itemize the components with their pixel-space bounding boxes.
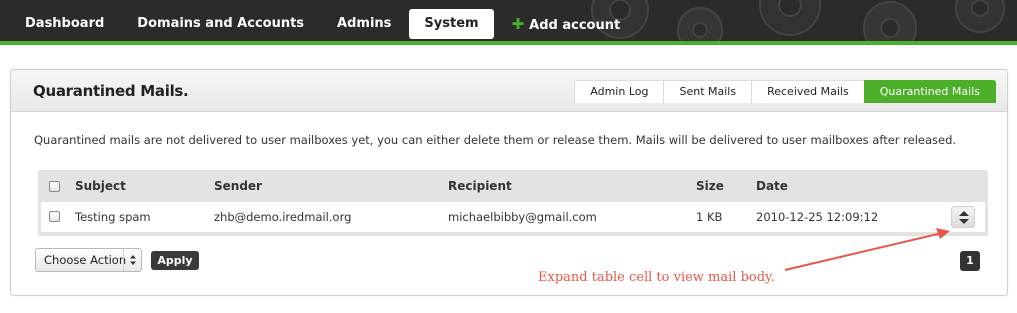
- nav-add-account[interactable]: ✚ Add account: [497, 9, 636, 39]
- row-size: 1 KB: [696, 210, 723, 224]
- nav-dashboard[interactable]: Dashboard: [10, 9, 119, 39]
- top-navigation-bar: Dashboard Domains and Accounts Admins Sy…: [0, 0, 1017, 45]
- expand-collapse-icon: [959, 211, 969, 224]
- pagination-page-button[interactable]: 1: [960, 251, 980, 271]
- table-row: Testing spam zhb@demo.iredmail.org micha…: [41, 202, 985, 232]
- row-date: 2010-12-25 12:09:12: [756, 210, 879, 224]
- log-tabs: Admin Log Sent Mails Received Mails Quar…: [574, 80, 996, 103]
- tab-sent-mails[interactable]: Sent Mails: [663, 80, 753, 103]
- header-subject[interactable]: Subject: [75, 179, 126, 193]
- nav-domains-and-accounts[interactable]: Domains and Accounts: [122, 9, 319, 39]
- header-recipient[interactable]: Recipient: [448, 179, 512, 193]
- header-sender[interactable]: Sender: [214, 179, 262, 193]
- select-all-checkbox[interactable]: [49, 181, 60, 192]
- nav-admins[interactable]: Admins: [322, 9, 406, 39]
- expand-row-button[interactable]: [951, 206, 975, 228]
- tab-admin-log[interactable]: Admin Log: [574, 80, 665, 103]
- row-sender: zhb@demo.iredmail.org: [214, 210, 352, 224]
- plus-icon: ✚: [511, 15, 525, 33]
- page-title: Quarantined Mails.: [33, 82, 189, 100]
- header-size[interactable]: Size: [696, 179, 724, 193]
- annotation-text: Expand table cell to view mail body.: [538, 270, 775, 285]
- nav-system[interactable]: System: [409, 9, 494, 39]
- apply-button[interactable]: Apply: [151, 251, 199, 270]
- row-checkbox[interactable]: [49, 211, 60, 222]
- choose-action-select[interactable]: Choose Action: [35, 248, 142, 272]
- quarantined-mails-panel: Quarantined Mails. Admin Log Sent Mails …: [10, 69, 1008, 296]
- choose-action-value: Choose Action: [44, 253, 127, 267]
- quarantine-table: Subject Sender Recipient Size Date Testi…: [38, 170, 988, 236]
- panel-description: Quarantined mails are not delivered to u…: [34, 133, 957, 147]
- row-recipient: michaelbibby@gmail.com: [448, 210, 597, 224]
- add-account-label: Add account: [529, 18, 621, 33]
- select-arrows-icon: [123, 249, 141, 271]
- table-header: Subject Sender Recipient Size Date: [38, 170, 988, 202]
- tab-quarantined-mails[interactable]: Quarantined Mails: [863, 80, 996, 103]
- main-nav: Dashboard Domains and Accounts Admins Sy…: [10, 9, 638, 39]
- header-date[interactable]: Date: [756, 179, 788, 193]
- tab-received-mails[interactable]: Received Mails: [751, 80, 865, 103]
- row-subject: Testing spam: [75, 210, 151, 224]
- panel-header: Quarantined Mails. Admin Log Sent Mails …: [11, 70, 1007, 112]
